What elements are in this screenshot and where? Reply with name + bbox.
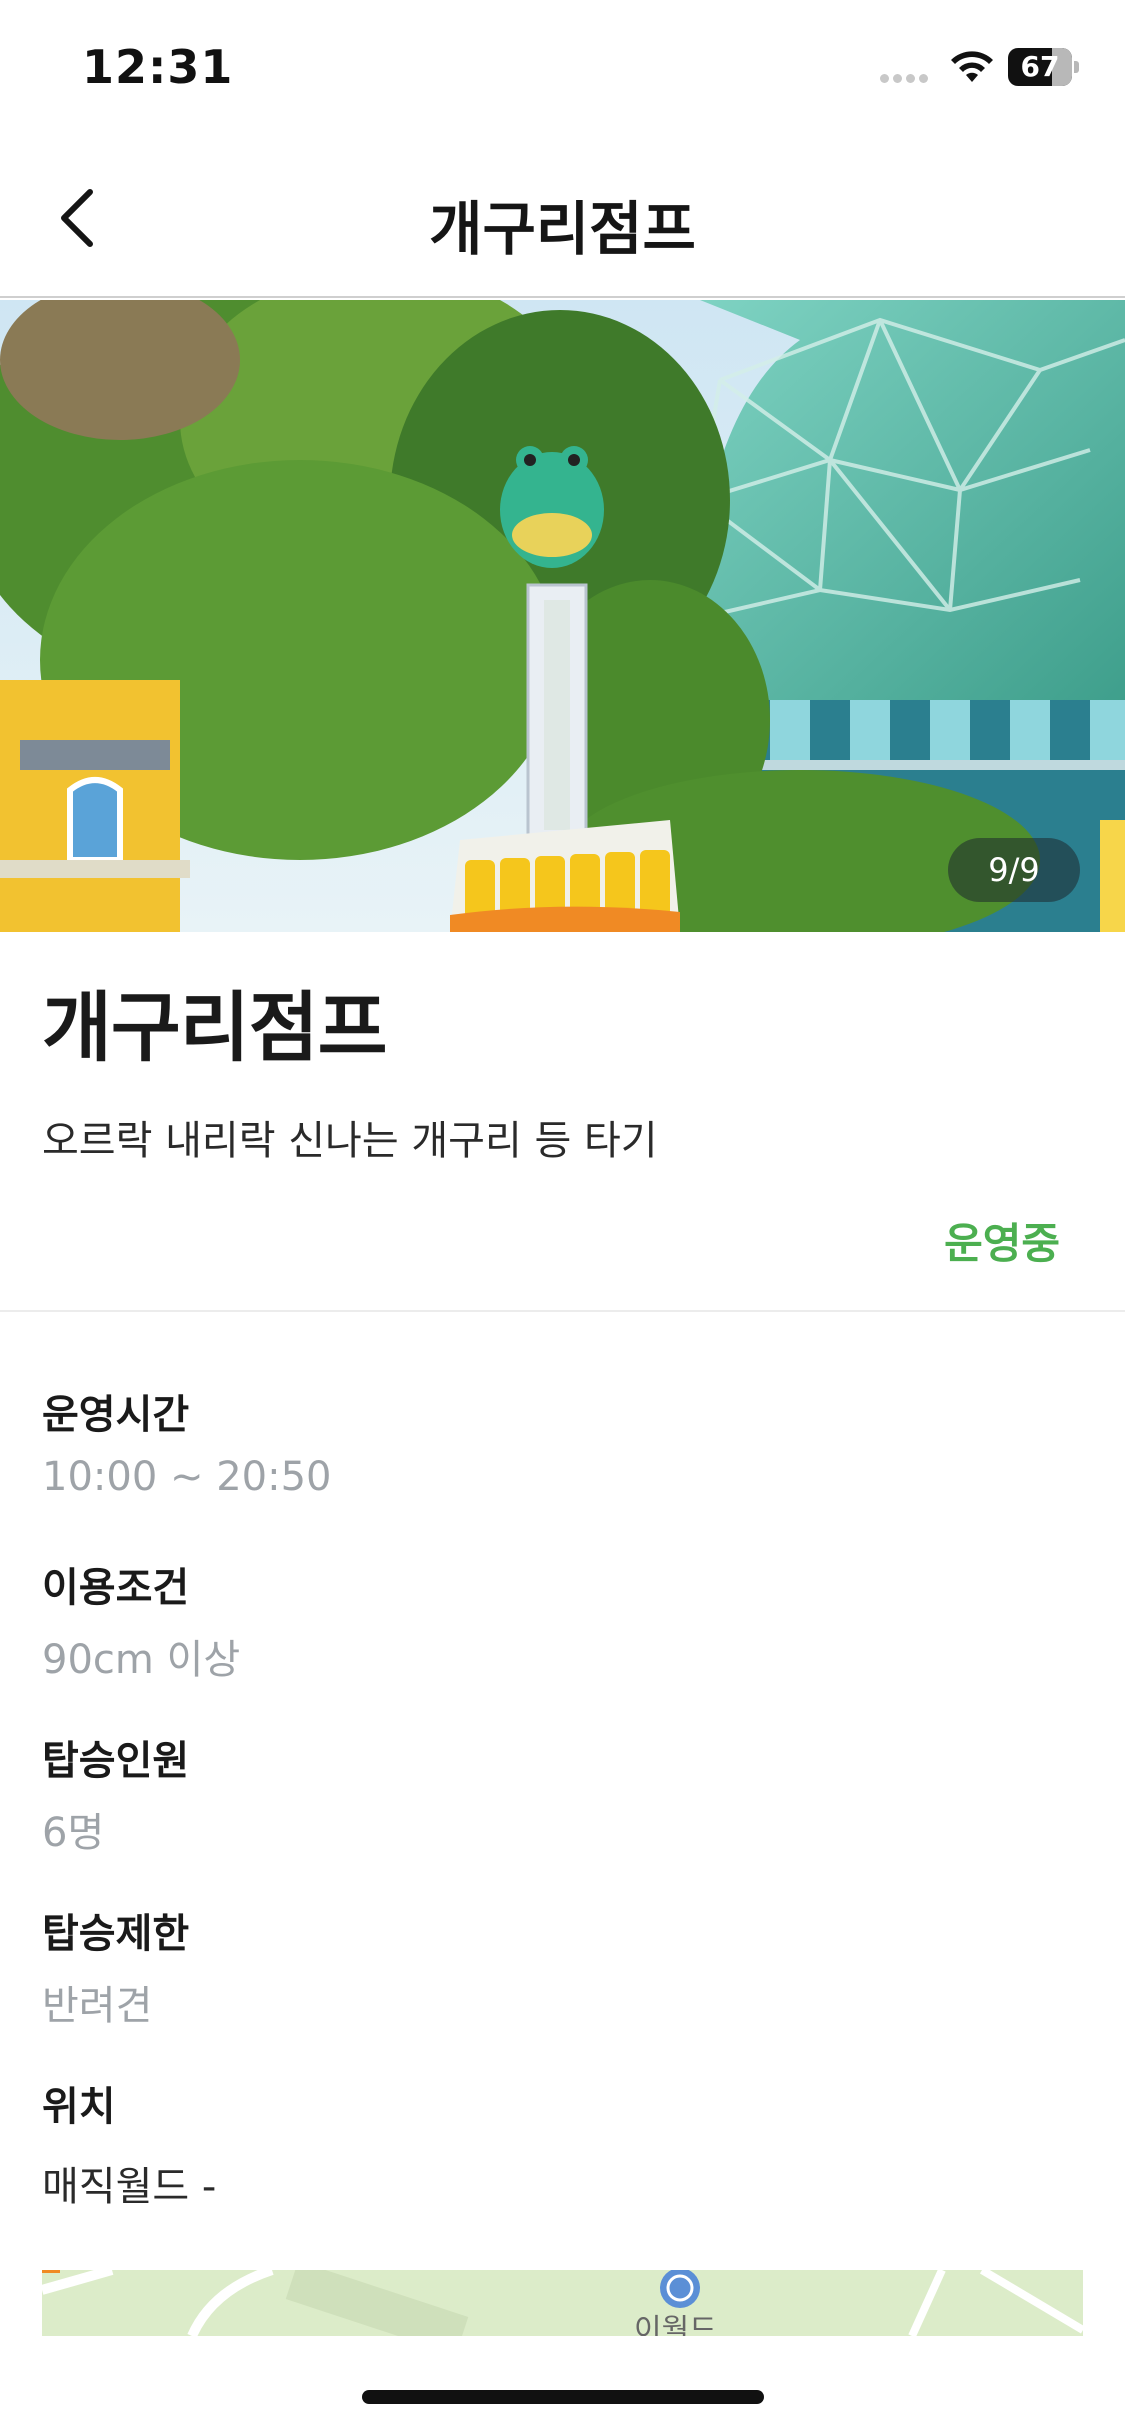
map-graphic: 이월드 — [42, 2270, 1083, 2336]
status-badge: 운영중 — [944, 1219, 1060, 1268]
section-divider — [0, 1310, 1125, 1312]
hours-value: 10:00 ~ 20:50 — [42, 1454, 332, 1500]
capacity-value: 6명 — [42, 1810, 105, 1856]
page-title: 개구리점프 — [429, 195, 696, 263]
ride-photo-carousel[interactable]: 9/9 — [0, 300, 1125, 932]
requirement-value: 90cm 이상 — [42, 1637, 241, 1683]
hours-label: 운영시간 — [42, 1392, 190, 1438]
ride-description: 오르락 내리락 신나는 개구리 등 타기 — [42, 1118, 658, 1164]
location-label: 위치 — [42, 2084, 116, 2130]
ride-title: 개구리점프 — [42, 983, 388, 1072]
capacity-label: 탑승인원 — [42, 1738, 190, 1784]
restriction-label: 탑승제한 — [42, 1911, 190, 1957]
requirement-label: 이용조건 — [42, 1565, 190, 1611]
home-indicator — [362, 2390, 764, 2404]
battery-level: 67 — [1020, 50, 1060, 83]
signal-icon — [880, 68, 934, 83]
battery-icon: 67 — [1008, 48, 1079, 88]
restriction-value: 반려견 — [42, 1983, 153, 2029]
nav-bar: 개구리점프 — [0, 140, 1125, 298]
location-map[interactable]: 이월드 — [42, 2270, 1083, 2336]
wifi-icon — [947, 46, 997, 86]
location-value: 매직월드 - — [42, 2164, 217, 2210]
status-bar: 12:31 67 — [0, 0, 1125, 140]
status-time: 12:31 — [82, 40, 234, 94]
map-place-label: 이월드 — [634, 2313, 717, 2336]
ride-photo — [0, 300, 1125, 932]
photo-counter: 9/9 — [948, 838, 1080, 902]
